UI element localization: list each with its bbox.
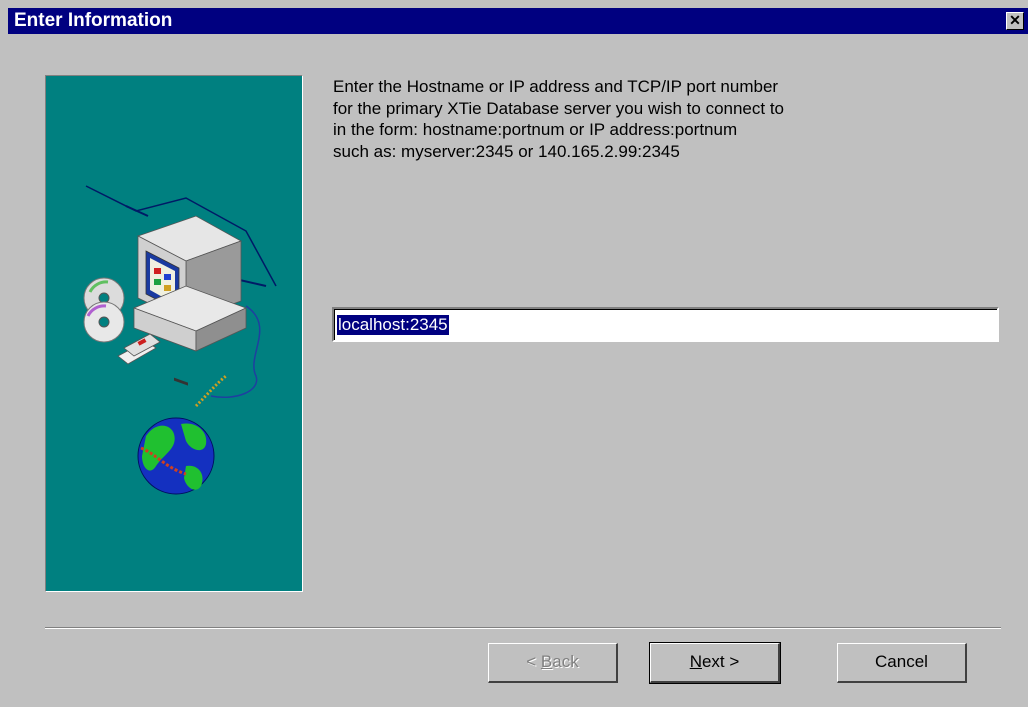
title-bar[interactable]: Enter Information ✕ [8, 8, 1028, 34]
hostname-port-value: localhost:2345 [337, 315, 449, 335]
dialog-window: Enter Information ✕ Enter the Hostname o… [0, 0, 1028, 707]
next-mnemonic: N [689, 652, 702, 671]
close-icon: ✕ [1009, 12, 1021, 28]
back-mnemonic: B [540, 652, 553, 671]
cancel-label: Cancel [875, 652, 928, 671]
hostname-port-input[interactable]: localhost:2345 [332, 307, 999, 342]
instructions-line: for the primary XTie Database server you… [333, 98, 785, 118]
back-prefix: < [526, 652, 541, 671]
back-rest: ack [552, 652, 579, 671]
instructions-text: Enter the Hostname or IP address and TCP… [333, 76, 933, 162]
computer-network-globe-illustration [83, 185, 277, 495]
close-button[interactable]: ✕ [1006, 12, 1024, 30]
window-title: Enter Information [14, 10, 173, 31]
instructions-line: such as: myserver:2345 or 140.165.2.99:2… [333, 141, 680, 161]
wizard-illustration-panel [45, 75, 303, 592]
cancel-button[interactable]: Cancel [837, 643, 967, 683]
window-frame-top [0, 0, 1028, 8]
back-button[interactable]: < Back [488, 643, 618, 683]
button-separator [45, 627, 1001, 629]
instructions-line: Enter the Hostname or IP address and TCP… [333, 77, 779, 96]
instructions-line: in the form: hostname:portnum or IP addr… [333, 120, 738, 139]
next-rest: ext > [701, 652, 740, 671]
window-frame-left [0, 0, 8, 707]
next-button[interactable]: Next > [649, 642, 781, 684]
